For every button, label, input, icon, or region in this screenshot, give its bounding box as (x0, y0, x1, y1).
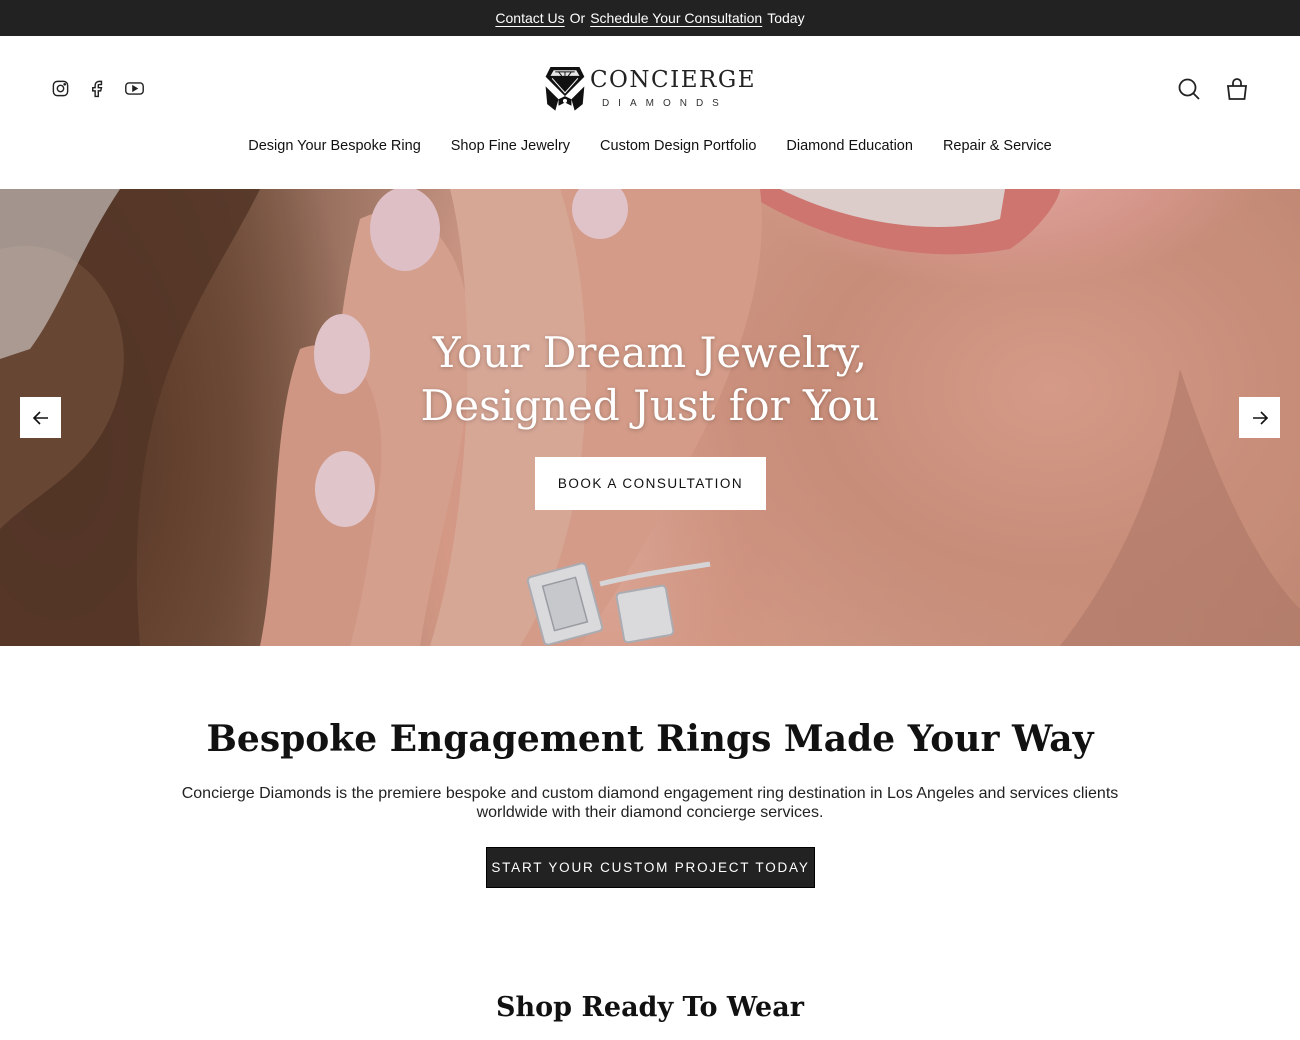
hero-title-line-1: Your Dream Jewelry, (432, 328, 868, 377)
announcement-today-text: Today (767, 10, 805, 26)
nav-item-diamond-education[interactable]: Diamond Education (771, 138, 928, 154)
main-nav: Design Your Bespoke Ring Shop Fine Jewel… (0, 138, 1300, 154)
announcement-bar: Contact Us Or Schedule Your Consultation… (0, 0, 1300, 36)
logo-subtitle: DIAMONDS (601, 98, 728, 109)
nav-item-repair-service[interactable]: Repair & Service (928, 138, 1067, 154)
arrow-right-icon (1252, 410, 1268, 425)
slider-next-button[interactable] (1239, 397, 1280, 438)
intro-title: Bespoke Engagement Rings Made Your Way (206, 718, 1094, 760)
facebook-icon[interactable] (87, 78, 108, 99)
arrow-left-icon (32, 410, 48, 425)
search-icon[interactable] (1176, 76, 1202, 102)
schedule-consultation-link[interactable]: Schedule Your Consultation (590, 10, 762, 26)
slider-prev-button[interactable] (20, 397, 61, 438)
header-actions (1176, 76, 1250, 102)
contact-us-link[interactable]: Contact Us (495, 10, 564, 26)
start-custom-project-button[interactable]: START YOUR CUSTOM PROJECT TODAY (486, 847, 815, 888)
shop-ready-to-wear-title: Shop Ready To Wear (496, 992, 804, 1023)
announcement-or-text: Or (569, 10, 586, 26)
hero-title: Your Dream Jewelry, Designed Just for Yo… (0, 326, 1300, 432)
site-logo[interactable]: CONCIERGE DIAMONDS (544, 58, 756, 118)
book-consultation-button[interactable]: BOOK A CONSULTATION (535, 457, 766, 510)
social-links (50, 78, 145, 99)
nav-item-shop-fine-jewelry[interactable]: Shop Fine Jewelry (436, 138, 585, 154)
hero-banner: Your Dream Jewelry, Designed Just for Yo… (0, 189, 1300, 646)
instagram-icon[interactable] (50, 78, 71, 99)
intro-description: Concierge Diamonds is the premiere bespo… (181, 785, 1119, 821)
nav-item-custom-design-portfolio[interactable]: Custom Design Portfolio (585, 138, 771, 154)
nav-item-design-bespoke-ring[interactable]: Design Your Bespoke Ring (233, 138, 436, 154)
youtube-icon[interactable] (124, 78, 145, 99)
diamond-tuxedo-icon (545, 67, 585, 111)
cart-icon[interactable] (1224, 76, 1250, 102)
logo-name: CONCIERGE (589, 67, 756, 93)
site-header: CONCIERGE DIAMONDS Design Your Bespoke R… (0, 36, 1300, 189)
hero-title-line-2: Designed Just for You (420, 381, 880, 430)
